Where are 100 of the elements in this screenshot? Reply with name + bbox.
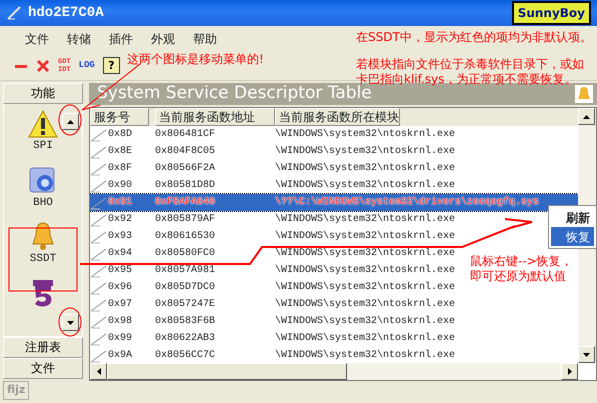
icon-label: SPI — [33, 139, 53, 154]
table-cell-text: 0x80622AB3 — [155, 332, 216, 346]
menu-item[interactable]: 刷新 — [551, 208, 594, 227]
table-cell-text: 0x80580FC0 — [155, 247, 216, 261]
table-cell-text: \WINDOWS\system32\ntoskrnl.exe — [275, 264, 456, 278]
table-cell-text: 0x94 — [108, 247, 132, 261]
up-arrow-icon — [67, 120, 74, 124]
table-cell-text: 0x92 — [108, 213, 132, 227]
entry-icon — [90, 280, 108, 294]
warning-icon[interactable] — [28, 110, 58, 138]
annotation-text: 卡巴指向klif.sys，为正常项不需要恢复。 — [356, 72, 576, 86]
entry-icon — [90, 264, 108, 278]
annotation-text: 即可还原为默认值 — [470, 269, 566, 284]
entry-icon — [90, 212, 108, 226]
table-cell-text: 0x8056CC7C — [155, 349, 216, 363]
table-cell-text: 0x805D7DC0 — [155, 281, 216, 295]
brand-badge: SunnyBoy — [512, 1, 591, 25]
sidebar-header[interactable]: 功能 — [3, 83, 83, 104]
entry-icon — [90, 246, 108, 260]
menu-item[interactable]: 文件 — [16, 30, 58, 48]
annotation-text: 若模块指向文件位于杀毒软件目录下，或如 — [356, 57, 584, 72]
column-header[interactable]: 服务号 — [90, 108, 149, 126]
table-cell-text: \WINDOWS\system32\ntoskrnl.exe — [275, 332, 456, 346]
entry-icon — [90, 144, 108, 158]
app-icon — [6, 5, 22, 21]
table-cell-text: 0xF8AFA640 — [155, 196, 216, 210]
column-header[interactable]: 当前服务函数所在模块 — [275, 108, 400, 126]
table-cell-text: 0x95 — [108, 264, 132, 278]
entry-icon — [90, 348, 108, 362]
annotation-text: 鼠标右键-->恢复， — [470, 254, 573, 269]
annotation-circle — [58, 308, 82, 336]
table-cell-text: \WINDOWS\system32\ntoskrnl.exe — [275, 162, 456, 176]
annotation-text: 在SSDT中，显示为红色的项均为非默认项。 — [356, 30, 592, 45]
annotation-text: 这两个图标是移动菜单的! — [127, 52, 264, 67]
entry-icon — [90, 298, 108, 312]
sidebar-button[interactable]: 注册表 — [3, 337, 83, 358]
scroll-up-button[interactable] — [62, 113, 79, 130]
column-header[interactable]: 当前服务函数地址 — [155, 108, 275, 126]
table-cell-text: \WINDOWS\system32\ntoskrnl.exe — [275, 314, 456, 329]
table-cell-text: 0x804F8C05 — [155, 145, 216, 159]
menu-item[interactable]: 帮助 — [184, 30, 226, 48]
log-button[interactable]: LOG — [78, 58, 95, 72]
table-cell-text: \WINDOWS\system32\ntoskrnl.exe — [275, 348, 456, 363]
entry-icon — [90, 178, 108, 192]
down-arrow-icon — [583, 352, 590, 356]
table-cell-text: 0x8F — [108, 162, 132, 176]
help-button[interactable]: ? — [102, 57, 120, 74]
table-cell-text: \WINDOWS\system32\ntoskrnl.exe — [275, 178, 456, 193]
entry-icon — [90, 314, 108, 328]
table-cell-text: \??\C:\WINDOWS\system32\drivers\zeoqegfq.sys — [275, 196, 540, 210]
up-arrow-icon — [583, 114, 590, 118]
table-cell-text: 0x805879AF — [155, 213, 216, 227]
menu-item[interactable]: 外观 — [142, 30, 184, 48]
window-title: hdo2E7C0A — [28, 4, 104, 22]
scroll-down-button[interactable] — [62, 314, 79, 331]
table-cell-text: 0x8E — [108, 145, 132, 159]
annotation-circle — [58, 104, 82, 136]
table-cell-text: \WINDOWS\system32\ntoskrnl.exe — [275, 128, 456, 142]
table-cell-text: \WINDOWS\system32\ntoskrnl.exe — [275, 298, 456, 312]
entry-icon — [90, 162, 108, 176]
scroll-up-button[interactable] — [578, 108, 595, 125]
table-cell-text: 0x8D — [108, 128, 132, 142]
menu-item[interactable]: 插件 — [100, 30, 142, 48]
table-cell-text: 0x97 — [108, 298, 132, 312]
table-cell-text: \WINDOWS\system32\ntoskrnl.exe — [275, 212, 456, 227]
down-arrow-icon — [67, 320, 74, 324]
table-cell-text: \WINDOWS\system32\ntoskrnl.exe — [275, 247, 456, 261]
scroll-left-button[interactable] — [90, 363, 107, 380]
table-cell-text: \WINDOWS\system32\ntoskrnl.exe — [275, 230, 456, 244]
table-cell-text: 0x806481CF — [155, 128, 216, 142]
table-cell-text: 0x96 — [108, 281, 132, 295]
menu-item[interactable]: 转储 — [58, 30, 100, 48]
icon-label: SSDT — [30, 252, 56, 267]
table-cell-text: \WINDOWS\system32\ntoskrnl.exe — [275, 280, 456, 295]
table-cell-text: 0x80581D8D — [155, 179, 216, 193]
table-cell-text: 0x98 — [108, 315, 132, 329]
table-cell-text: 0x9A — [108, 349, 132, 363]
close-icon[interactable] — [36, 58, 50, 72]
table-cell-text: 0x93 — [108, 230, 132, 244]
icon-label: BHO — [33, 196, 53, 210]
table-cell-text: 0x80616530 — [155, 230, 216, 244]
scroll-down-button[interactable] — [578, 346, 595, 363]
menu-item[interactable]: 恢复 — [551, 227, 594, 246]
table-cell-text: 0x99 — [108, 332, 132, 346]
entry-icon — [90, 128, 108, 142]
table-cell-text: 0x8057A981 — [155, 264, 216, 278]
table-cell-text: 0x8057247E — [155, 298, 216, 312]
table-cell-text: 0x80583F6B — [155, 315, 216, 329]
table-cell-text: 0x80566F2A — [155, 162, 216, 176]
right-arrow-icon — [568, 368, 572, 375]
table-cell-text: 0x90 — [108, 179, 132, 193]
sidebar-button[interactable]: 文件 — [3, 358, 83, 379]
entry-icon — [90, 196, 108, 210]
entry-icon — [90, 332, 108, 346]
table-cell-text: 0x91 — [108, 196, 132, 210]
entry-icon — [90, 230, 108, 244]
scroll-right-button[interactable] — [561, 363, 578, 380]
left-arrow-icon — [96, 368, 100, 375]
scroll-thumb[interactable] — [107, 363, 347, 380]
status-text: fijz — [3, 381, 30, 400]
